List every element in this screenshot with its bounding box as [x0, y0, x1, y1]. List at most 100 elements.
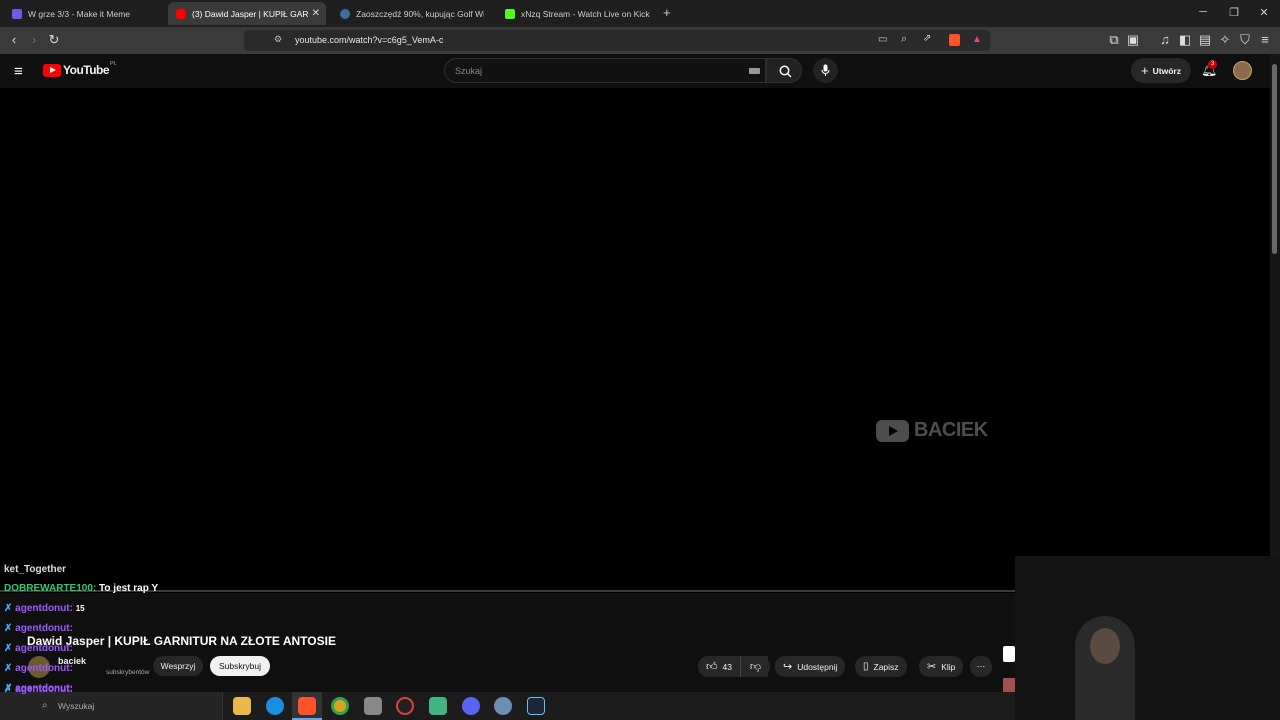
edge-icon[interactable]	[266, 697, 284, 715]
reload-icon[interactable]: ↻	[46, 32, 62, 48]
side-panel-tab[interactable]	[1003, 646, 1015, 662]
search-icon: ⌕	[42, 700, 48, 711]
restore-icon[interactable]: ❐	[1226, 6, 1242, 19]
close-window-icon[interactable]: ✕	[1256, 6, 1272, 19]
steam-icon[interactable]	[527, 697, 545, 715]
kick-icon	[505, 8, 515, 19]
wallet-2-icon[interactable]: ▤	[1197, 32, 1213, 48]
video-player[interactable]: BACIEK	[0, 88, 1270, 593]
search-placeholder: Szukaj	[455, 66, 483, 76]
chat-user: agentdonut:	[15, 643, 73, 654]
file-explorer-icon[interactable]	[233, 697, 251, 715]
watermark-text: BACIEK	[914, 419, 988, 441]
side-thumbnail[interactable]	[1003, 678, 1015, 692]
search-button[interactable]	[766, 58, 802, 83]
tab-label: W grze 3/3 - Make it Meme	[28, 8, 131, 19]
save-label: Zapisz	[873, 661, 899, 672]
create-label: Utwórz	[1152, 65, 1181, 76]
close-tab-icon[interactable]: ✕	[312, 8, 320, 19]
cast-icon[interactable]: ▭	[878, 34, 887, 45]
site-info-icon[interactable]: ⚙	[274, 34, 282, 45]
clip-label: Klip	[941, 661, 956, 672]
brave-icon[interactable]	[298, 697, 316, 715]
chat-user: DOBREWARTE100:	[4, 583, 97, 594]
app-icon[interactable]	[494, 697, 512, 715]
chrome-icon[interactable]	[331, 697, 349, 715]
channel-watermark[interactable]: BACIEK	[876, 419, 988, 442]
more-actions-button[interactable]: ⋯	[970, 656, 992, 677]
youtube-play-icon	[43, 63, 61, 77]
share-page-icon[interactable]: ⇗	[923, 33, 931, 44]
minimize-icon[interactable]: ─	[1195, 6, 1211, 18]
chat-message: 15	[75, 604, 85, 613]
address-bar[interactable]: ⚙ youtube.com/watch?v=c6g5_VemA-c ▭ ⌕ ⇗ …	[244, 30, 990, 51]
save-button[interactable]: ▯ Zapisz	[855, 656, 907, 677]
scrollbar-thumb[interactable]	[1272, 64, 1277, 254]
taskbar-search[interactable]: ⌕ Wyszukaj	[0, 692, 223, 720]
voice-search-button[interactable]	[813, 58, 838, 83]
url-text: youtube.com/watch?v=c6g5_VemA-c	[295, 35, 444, 45]
chat-line: ✗ agentdonut:	[4, 623, 73, 634]
menu-icon[interactable]: ≡	[1257, 32, 1273, 48]
brave-shields-icon[interactable]	[949, 34, 960, 46]
clip-button[interactable]: ✂ Klip	[919, 656, 964, 677]
extensions-icon[interactable]: ⧉	[1106, 32, 1122, 48]
back-icon[interactable]: ‹	[6, 32, 22, 48]
youtube-header: ≡ YouTube PL Szukaj + Utwórz 🔔︎ 3	[0, 54, 1270, 88]
save-icon: ▯	[863, 661, 869, 672]
hamburger-menu-icon[interactable]: ≡	[14, 63, 23, 80]
youtube-logo-text: YouTube	[63, 63, 110, 77]
chat-line: ✗ agentdonut:	[4, 663, 73, 674]
chat-line: ket_Together	[4, 564, 66, 575]
scissors-icon: ✂	[927, 661, 937, 673]
discord-icon[interactable]	[462, 697, 480, 715]
avatar[interactable]	[1233, 61, 1252, 80]
tab-label: Zaoszczędź 90%, kupując Golf With Y	[356, 8, 484, 19]
app-icon[interactable]	[364, 697, 382, 715]
tab-kick[interactable]: xNzq Stream - Watch Live on Kick	[497, 2, 655, 25]
chat-line: ✗ agentdonut: 15	[4, 603, 85, 614]
forward-icon[interactable]: ›	[26, 32, 42, 48]
wallet-icon[interactable]: ▣	[1125, 32, 1141, 48]
new-tab-button[interactable]: +	[663, 5, 671, 20]
media-icon[interactable]: ♫	[1157, 32, 1173, 48]
browser-toolbar: ‹ › ↻ ⚙ youtube.com/watch?v=c6g5_VemA-c …	[0, 27, 1280, 54]
microphone-icon	[821, 64, 830, 76]
dislike-button[interactable]: 👎︎	[740, 656, 770, 677]
tab-steam[interactable]: Zaoszczędź 90%, kupując Golf With Y	[332, 2, 490, 25]
tab-make-it-meme[interactable]: W grze 3/3 - Make it Meme	[4, 2, 164, 25]
tab-label: (3) Dawid Jasper | KUPIŁ GARNIT	[192, 8, 308, 19]
tab-label: xNzq Stream - Watch Live on Kick	[521, 8, 650, 19]
create-button[interactable]: + Utwórz	[1131, 58, 1191, 83]
thumbs-up-icon: 👍︎	[706, 661, 718, 673]
chat-line: ✗ agentdonut:	[4, 684, 73, 695]
sword-badge-icon: ✗	[4, 684, 13, 695]
search-icon	[779, 65, 792, 78]
make-it-meme-icon	[12, 8, 22, 19]
sword-badge-icon: ✗	[4, 663, 13, 674]
os-taskbar: ⌕ Wyszukaj ✗ agentdonut:	[0, 684, 1015, 720]
browser-tab-strip: W grze 3/3 - Make it Meme (3) Dawid Jasp…	[0, 0, 1280, 27]
streamer-face	[1090, 628, 1120, 664]
notification-badge: 3	[1208, 60, 1217, 69]
chat-user: ket_Together	[4, 564, 67, 575]
share-button[interactable]: ↪ Udostępnij	[775, 656, 846, 677]
tab-youtube[interactable]: (3) Dawid Jasper | KUPIŁ GARNIT ✕	[168, 2, 326, 25]
chat-user: agentdonut:	[15, 663, 73, 674]
vpn-icon[interactable]: ⛉	[1237, 32, 1253, 48]
youtube-logo[interactable]: YouTube PL	[43, 61, 117, 77]
brave-rewards-icon[interactable]: ▲	[972, 34, 982, 45]
video-title: Dawid Jasper | KUPIŁ GARNITUR NA ZŁOTE A…	[27, 634, 336, 648]
keyboard-icon[interactable]	[749, 68, 760, 74]
zoom-icon[interactable]: ⌕	[901, 33, 907, 46]
chat-user: agentdonut:	[15, 603, 73, 614]
share-label: Udostępnij	[797, 661, 838, 672]
sidebar-icon[interactable]: ◧	[1177, 32, 1193, 48]
subscribe-button[interactable]: Subskrybuj	[210, 656, 270, 676]
leo-ai-icon[interactable]: ✧	[1217, 32, 1233, 48]
search-input[interactable]: Szukaj	[444, 58, 766, 83]
app-icon[interactable]	[429, 697, 447, 715]
support-button[interactable]: Wesprzyj	[153, 656, 203, 676]
obs-icon[interactable]	[396, 697, 414, 715]
chat-user: agentdonut:	[15, 623, 73, 634]
